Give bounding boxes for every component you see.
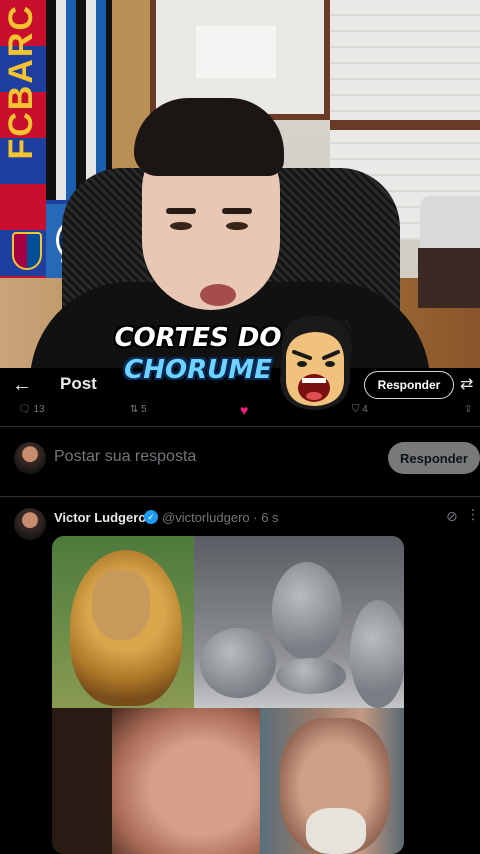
reply-input[interactable]: Postar sua resposta (54, 448, 196, 466)
tweet-media-grid[interactable] (52, 536, 404, 854)
repost-icon: ⇅ (130, 404, 139, 415)
post-view: ← Post Responder ⇄ 🗨 13 ⇅ 5 ♥ ⛉ 4 ⇪ Post… (0, 368, 480, 854)
reply-composer: Postar sua resposta Responder (0, 434, 480, 486)
reply-submit-button[interactable]: Responder (388, 442, 480, 474)
screaming-mascot-icon (280, 315, 353, 410)
reply-count: 13 (33, 404, 45, 415)
media-image-lion[interactable] (52, 536, 194, 708)
reply-icon: 🗨 (18, 404, 31, 415)
media-image-stones[interactable] (194, 536, 404, 708)
divider (0, 426, 480, 427)
reply-tweet[interactable]: Victor Ludgero ✓ @victorludgero · 6 s ⊘ … (0, 496, 480, 854)
page-title: Post (60, 374, 97, 393)
media-image-face[interactable] (52, 708, 260, 854)
share-icon[interactable]: ⇪ (464, 404, 472, 415)
repost-action[interactable]: ⇅ 5 (130, 404, 147, 415)
author-handle[interactable]: @victorludgero (162, 510, 250, 525)
filter-icon[interactable]: ⇄ (460, 374, 473, 394)
grok-icon[interactable]: ⊘ (446, 508, 458, 525)
media-image-old-man[interactable] (260, 708, 404, 854)
repost-count: 5 (141, 404, 147, 415)
action-bar: 🗨 13 ⇅ 5 ♥ ⛉ 4 ⇪ (0, 402, 480, 424)
verified-badge-icon: ✓ (144, 510, 158, 524)
bookmark-count: 4 (362, 404, 368, 415)
logo-line-1: CORTES DO (114, 323, 282, 353)
like-heart-icon[interactable]: ♥ (240, 402, 248, 418)
logo-line-2: CHORUME (124, 355, 272, 385)
streamer-hair (134, 98, 284, 176)
author-avatar[interactable] (14, 508, 46, 540)
tweet-time: · 6 s (253, 510, 279, 525)
shelf (330, 120, 480, 130)
streamer-mouth (200, 284, 236, 306)
fcb-crest-icon (12, 232, 42, 270)
user-avatar (14, 442, 46, 474)
more-options-icon[interactable]: ⋮ (466, 506, 480, 523)
reply-action[interactable]: 🗨 13 (18, 404, 45, 415)
webcam-video: FCBARC GRÊMIO (0, 0, 480, 368)
author-name[interactable]: Victor Ludgero (54, 510, 146, 525)
flag-lettering: FCBARC (2, 4, 40, 160)
reply-button-top[interactable]: Responder (364, 371, 454, 399)
channel-logo: CORTES DO CHORUME (112, 322, 284, 396)
back-arrow-icon[interactable]: ← (12, 374, 32, 397)
